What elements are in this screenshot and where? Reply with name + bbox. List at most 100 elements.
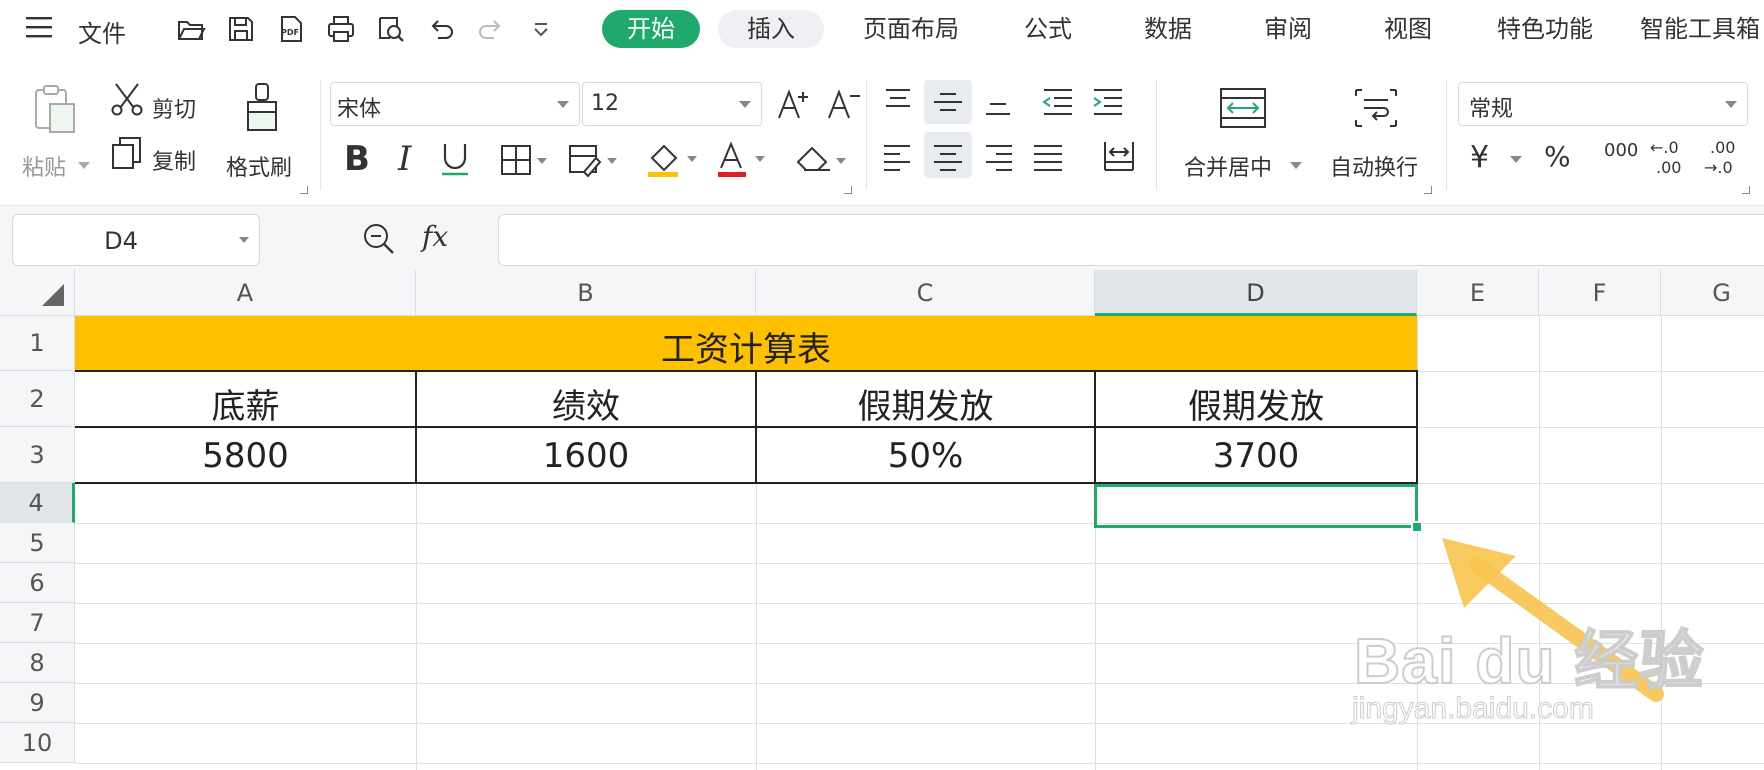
wrap-text-label[interactable]: 自动换行: [1330, 150, 1418, 182]
distributed-align-icon[interactable]: [1102, 138, 1136, 174]
alignment-group-launcher[interactable]: [1424, 186, 1432, 194]
justify-icon[interactable]: [1032, 140, 1064, 172]
bold-icon[interactable]: B: [340, 138, 374, 178]
align-bottom-icon[interactable]: [982, 86, 1014, 118]
export-pdf-icon[interactable]: PDF: [276, 14, 306, 44]
row-header-10[interactable]: 10: [0, 723, 75, 763]
column-header-g[interactable]: G: [1661, 270, 1764, 316]
copy-icon[interactable]: [110, 136, 144, 170]
font-name-select[interactable]: 宋体: [330, 82, 580, 126]
insert-function-button[interactable]: fx: [422, 220, 448, 253]
increase-decimal-top[interactable]: ←.0: [1650, 138, 1679, 157]
column-header-e[interactable]: E: [1417, 270, 1539, 316]
decrease-decimal-top[interactable]: .00: [1710, 138, 1735, 157]
scissors-icon[interactable]: [110, 82, 144, 116]
merge-center-label[interactable]: 合并居中: [1184, 150, 1272, 182]
merge-center-icon[interactable]: [1218, 86, 1268, 130]
thousands-separator-button[interactable]: 000: [1604, 140, 1638, 161]
active-cell-d4[interactable]: [1094, 484, 1418, 528]
decrease-indent-icon[interactable]: [1040, 86, 1076, 118]
cell-d2[interactable]: 假期发放: [1095, 379, 1417, 428]
italic-icon[interactable]: I: [392, 138, 422, 178]
row-header-2[interactable]: 2: [0, 371, 75, 427]
number-format-select[interactable]: 常规: [1458, 82, 1748, 126]
paste-icon[interactable]: [30, 84, 80, 136]
print-preview-icon[interactable]: [376, 14, 406, 44]
increase-decimal-bottom[interactable]: .00: [1656, 158, 1681, 177]
tab-smart-toolbox[interactable]: 智能工具箱: [1640, 10, 1764, 48]
paste-dropdown-caret[interactable]: [78, 162, 90, 169]
undo-icon[interactable]: [426, 14, 456, 44]
increase-font-size-icon[interactable]: [776, 86, 812, 122]
column-header-f[interactable]: F: [1539, 270, 1661, 316]
name-box-caret[interactable]: [239, 237, 249, 243]
tab-review[interactable]: 审阅: [1244, 10, 1332, 48]
tab-insert[interactable]: 插入: [718, 10, 824, 48]
name-box[interactable]: D4: [12, 214, 260, 266]
tab-page-layout[interactable]: 页面布局: [846, 10, 976, 48]
cut-label[interactable]: 剪切: [152, 92, 196, 124]
clipboard-group-launcher[interactable]: [300, 186, 308, 194]
row-header-5[interactable]: 5: [0, 523, 75, 563]
zoom-search-icon[interactable]: [362, 222, 396, 256]
paste-label[interactable]: 粘贴: [22, 150, 66, 182]
decrease-decimal-bottom[interactable]: →.0: [1704, 158, 1733, 177]
row-header-4[interactable]: 4: [0, 483, 75, 523]
merge-center-caret[interactable]: [1290, 162, 1302, 169]
customize-dropdown-icon[interactable]: [526, 14, 556, 44]
row-header-9[interactable]: 9: [0, 683, 75, 723]
underline-icon[interactable]: [438, 138, 472, 180]
column-header-a[interactable]: A: [75, 270, 416, 316]
save-icon[interactable]: [226, 14, 256, 44]
number-group-launcher[interactable]: [1742, 186, 1750, 194]
tab-special-features[interactable]: 特色功能: [1480, 10, 1610, 48]
tab-home[interactable]: 开始: [602, 10, 700, 48]
fill-color-icon[interactable]: [646, 140, 700, 180]
borders-icon[interactable]: [500, 142, 550, 178]
align-middle-icon[interactable]: [932, 86, 964, 118]
percent-format-button[interactable]: %: [1544, 140, 1571, 173]
currency-format-button[interactable]: ¥: [1470, 140, 1489, 175]
align-top-icon[interactable]: [882, 86, 914, 118]
file-menu[interactable]: 文件: [78, 14, 126, 49]
decrease-font-size-icon[interactable]: [826, 86, 862, 122]
hamburger-menu-icon[interactable]: [26, 16, 52, 38]
row-header-6[interactable]: 6: [0, 563, 75, 603]
font-size-select[interactable]: 12: [582, 82, 762, 126]
select-all-corner[interactable]: [0, 270, 75, 316]
format-painter-icon[interactable]: [238, 82, 286, 138]
row-header-8[interactable]: 8: [0, 643, 75, 683]
row-header-1[interactable]: 1: [0, 316, 75, 371]
open-icon[interactable]: [176, 14, 206, 44]
increase-indent-icon[interactable]: [1090, 86, 1126, 118]
cell-b3[interactable]: 1600: [416, 436, 756, 476]
cell-style-icon[interactable]: [568, 142, 620, 178]
wrap-text-icon[interactable]: [1352, 86, 1400, 130]
title-cell-a1-d1[interactable]: 工资计算表: [75, 316, 1417, 371]
column-header-d[interactable]: D: [1095, 270, 1417, 316]
copy-label[interactable]: 复制: [152, 144, 196, 176]
currency-format-caret[interactable]: [1510, 156, 1522, 163]
formula-input[interactable]: [498, 214, 1764, 266]
cell-c2[interactable]: 假期发放: [756, 379, 1095, 428]
cell-c3[interactable]: 50%: [756, 436, 1095, 476]
row-header-3[interactable]: 3: [0, 427, 75, 483]
align-right-icon[interactable]: [982, 140, 1014, 172]
redo-icon[interactable]: [476, 14, 506, 44]
clear-format-icon[interactable]: [794, 142, 850, 178]
column-header-b[interactable]: B: [416, 270, 756, 316]
cell-d3[interactable]: 3700: [1095, 436, 1417, 476]
tab-data[interactable]: 数据: [1124, 10, 1212, 48]
align-center-icon[interactable]: [932, 140, 964, 172]
font-group-launcher[interactable]: [844, 186, 852, 194]
font-color-icon[interactable]: [716, 140, 770, 180]
print-icon[interactable]: [326, 14, 356, 44]
row-header-7[interactable]: 7: [0, 603, 75, 643]
tab-view[interactable]: 视图: [1364, 10, 1452, 48]
column-header-c[interactable]: C: [756, 270, 1095, 316]
cell-b2[interactable]: 绩效: [416, 379, 756, 428]
align-left-icon[interactable]: [882, 140, 914, 172]
tab-formulas[interactable]: 公式: [1004, 10, 1092, 48]
cell-a3[interactable]: 5800: [75, 436, 416, 476]
cell-a2[interactable]: 底薪: [75, 379, 416, 428]
